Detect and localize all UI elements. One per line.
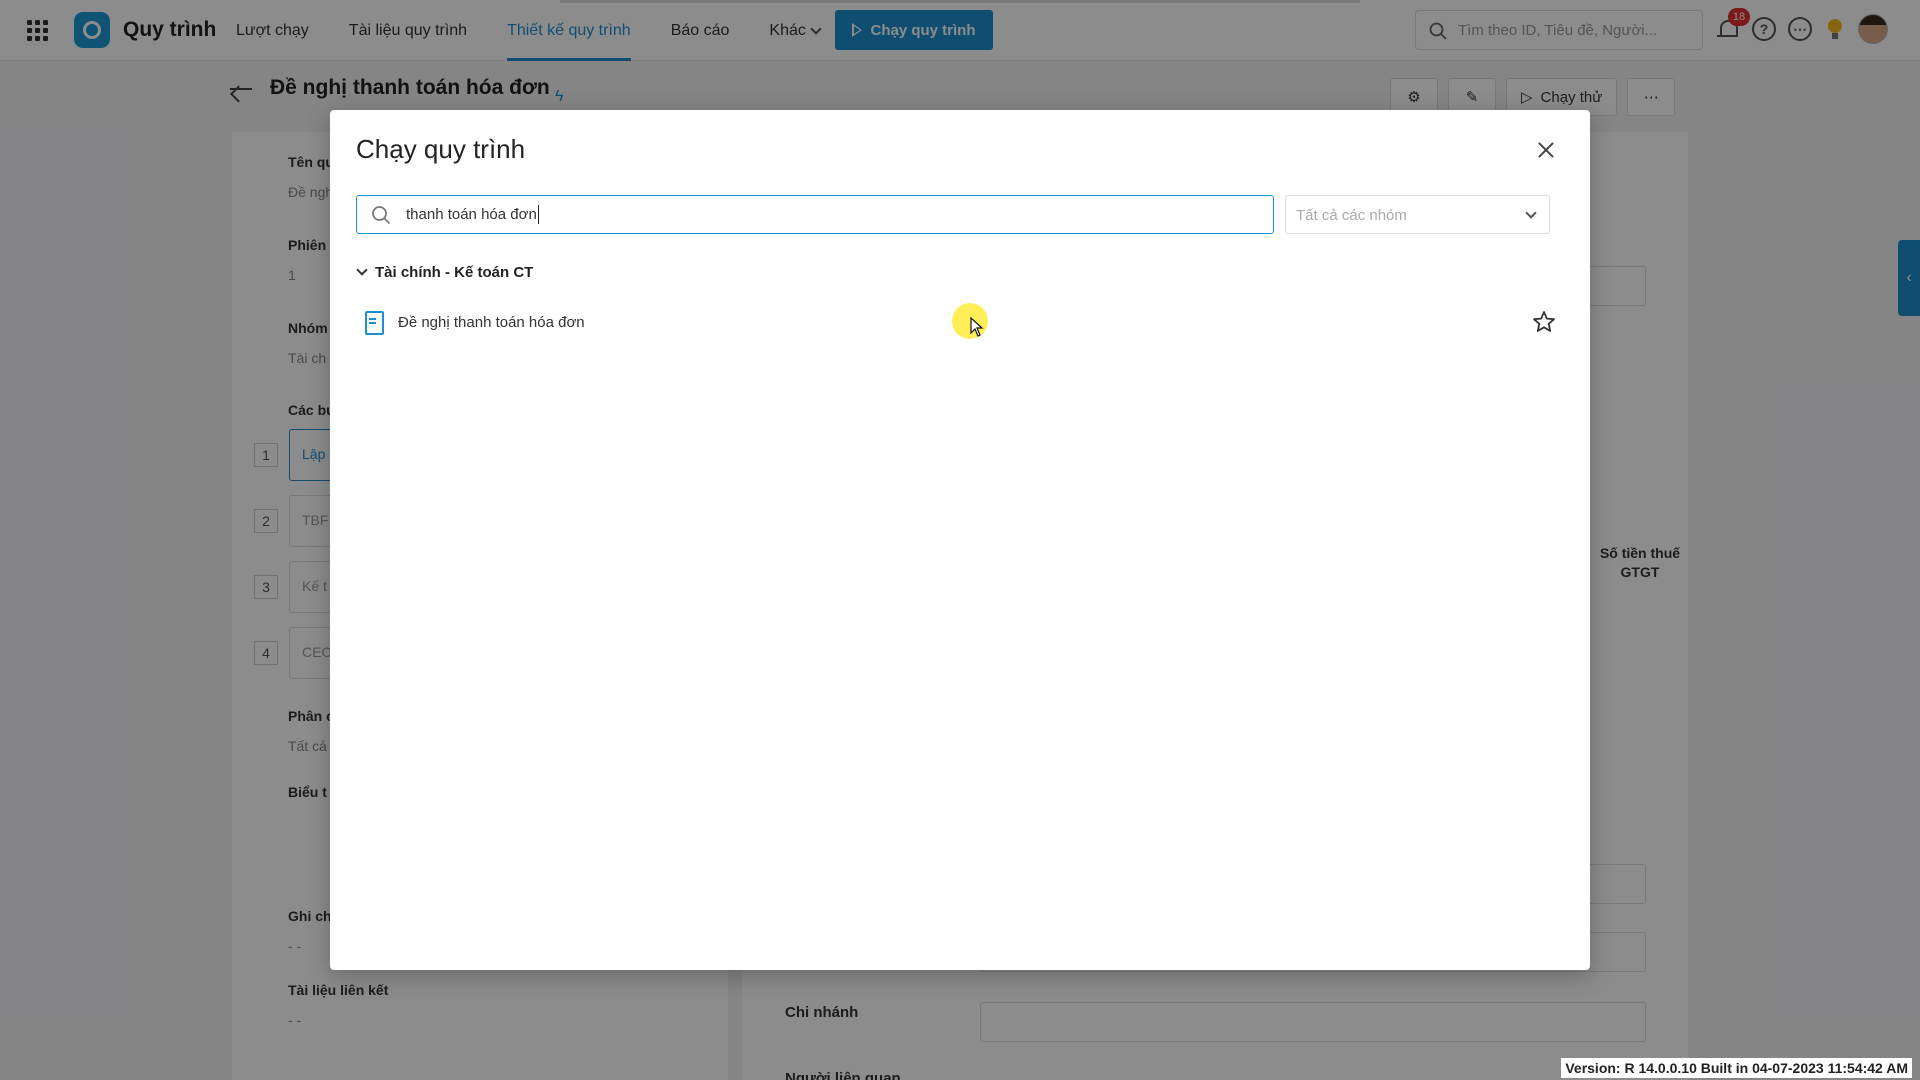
text-caret bbox=[538, 205, 539, 224]
modal-title: Chạy quy trình bbox=[356, 134, 526, 164]
run-process-modal: Chạy quy trình Tất cả các nhóm Tài chính… bbox=[330, 110, 1590, 970]
close-icon[interactable] bbox=[1534, 138, 1558, 162]
process-group-name: Tài chính - Kế toán CT bbox=[375, 264, 534, 281]
process-name: Đề nghị thanh toán hóa đơn bbox=[398, 313, 585, 331]
group-filter-placeholder: Tất cả các nhóm bbox=[1296, 207, 1407, 224]
version-text: Version: R 14.0.0.10 Built in 04-07-2023… bbox=[1561, 1058, 1912, 1078]
process-group-header[interactable]: Tài chính - Kế toán CT bbox=[356, 264, 533, 281]
process-search-input[interactable] bbox=[356, 195, 1274, 234]
favorite-star-icon[interactable] bbox=[1532, 310, 1556, 334]
chevron-down-icon bbox=[356, 264, 368, 276]
group-filter-select[interactable]: Tất cả các nhóm bbox=[1285, 195, 1550, 234]
chevron-down-icon bbox=[1525, 207, 1537, 219]
mouse-pointer-icon bbox=[970, 317, 984, 337]
document-icon bbox=[364, 310, 384, 335]
search-icon bbox=[372, 206, 391, 225]
